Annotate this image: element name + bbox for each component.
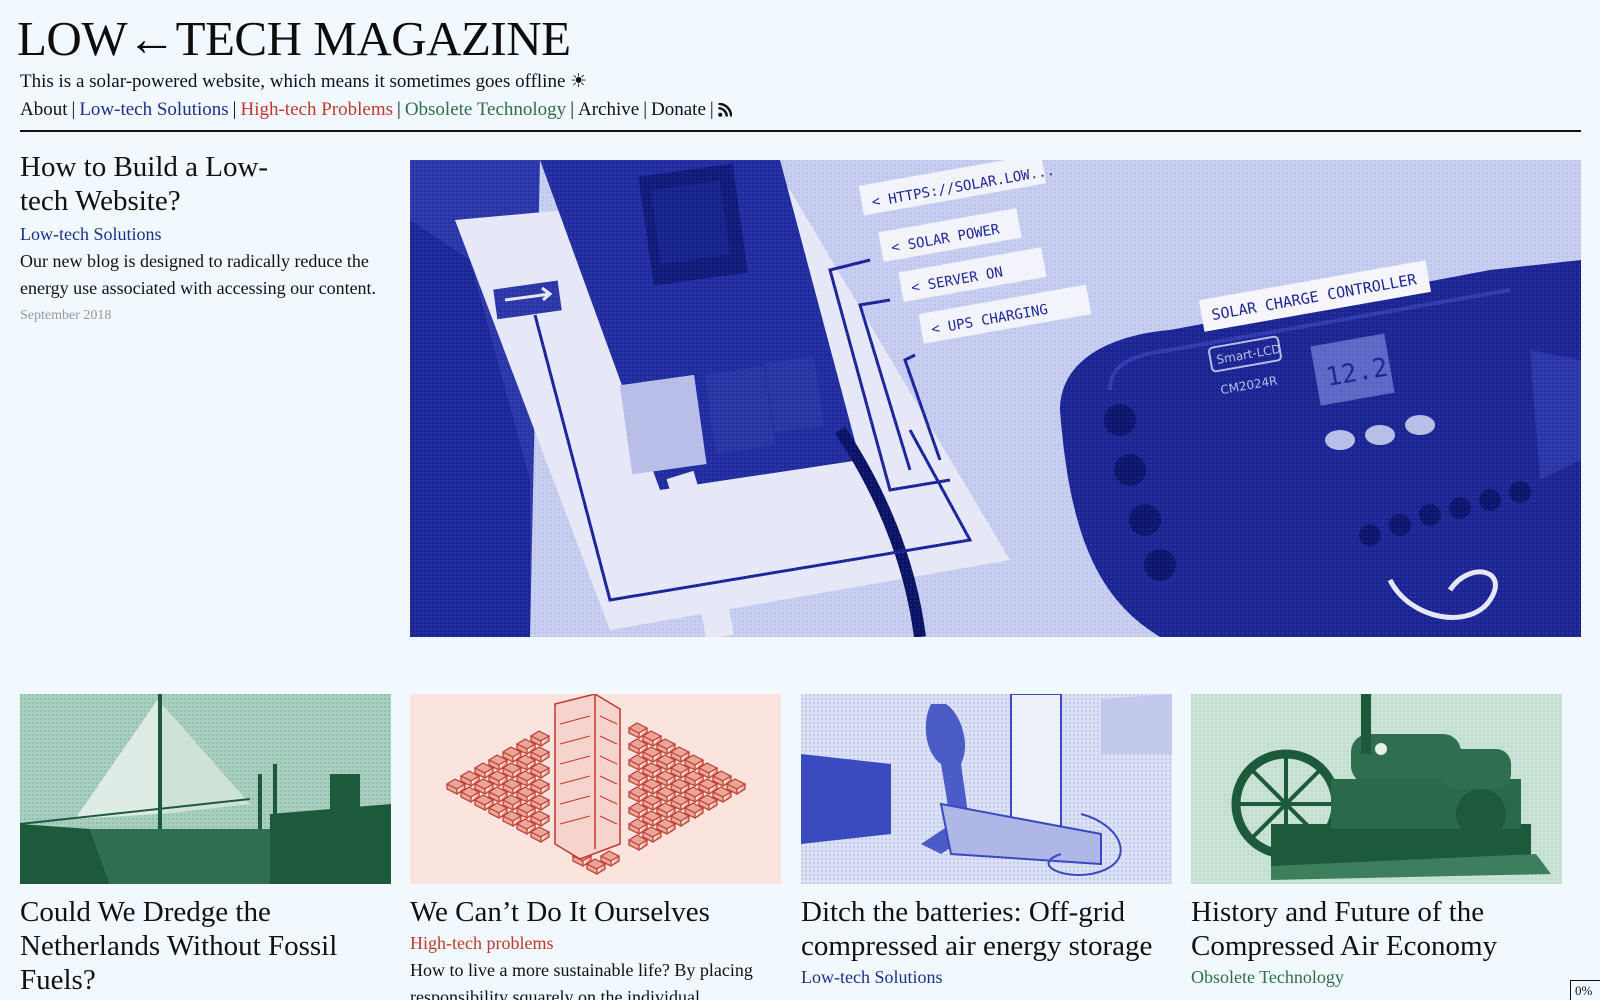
ship-illustration [20, 694, 391, 884]
header-divider [20, 130, 1581, 132]
nav-separator: | [570, 99, 574, 120]
article-card-image[interactable] [410, 694, 781, 884]
nav-separator: | [232, 99, 237, 120]
site-title[interactable]: LOW←TECH MAGAZINE [17, 14, 571, 63]
nav-separator: | [643, 99, 648, 120]
reading-progress: 0% [1570, 980, 1600, 1000]
featured-date: September 2018 [20, 308, 112, 323]
article-card: History and Future of the Compressed Air… [1191, 694, 1563, 989]
article-card-image[interactable] [801, 694, 1172, 884]
article-card-category[interactable]: Low-tech Solutions [801, 965, 1173, 989]
nav-archive[interactable]: Archive [578, 99, 639, 120]
featured-image-art: < HTTPS://SOLAR.LOW... < SOLAR POWER < S… [410, 160, 1581, 637]
compressed-air-photo [801, 694, 1172, 884]
article-card-title[interactable]: Ditch the batteries: Off-grid compressed… [801, 895, 1173, 963]
article-card-title[interactable]: History and Future of the Compressed Air… [1191, 895, 1563, 963]
featured-category[interactable]: Low-tech Solutions [20, 222, 395, 246]
featured-article: How to Build a Low-tech Website? Low-tec… [20, 150, 395, 324]
nav-high-tech-problems[interactable]: High-tech Problems [240, 99, 393, 120]
article-card-category[interactable]: High-tech problems [410, 931, 782, 955]
article-card-description: How to live a more sustainable life? By … [410, 960, 753, 1000]
featured-title[interactable]: How to Build a Low-tech Website? [20, 150, 280, 218]
engine-illustration [1191, 694, 1562, 884]
nav-obsolete-technology[interactable]: Obsolete Technology [405, 99, 566, 120]
nav-separator: | [709, 99, 714, 120]
cars-illustration [410, 694, 781, 884]
nav-low-tech-solutions[interactable]: Low-tech Solutions [79, 99, 228, 120]
article-card: We Can’t Do It Ourselves High-tech probl… [410, 694, 782, 1000]
nav-separator: | [397, 99, 401, 120]
article-card-title[interactable]: Could We Dredge the Netherlands Without … [20, 895, 392, 997]
main-nav: About | Low-tech Solutions | High-tech Probl… [20, 98, 732, 122]
nav-donate[interactable]: Donate [651, 99, 706, 120]
article-card: Could We Dredge the Netherlands Without … [20, 694, 392, 997]
site-tagline: This is a solar-powered website, which m… [20, 71, 588, 92]
article-card-category[interactable]: Obsolete Technology [1191, 965, 1563, 989]
featured-image[interactable]: < HTTPS://SOLAR.LOW... < SOLAR POWER < S… [410, 160, 1581, 637]
article-card: Ditch the batteries: Off-grid compressed… [801, 694, 1173, 989]
nav-about[interactable]: About [20, 99, 68, 120]
article-card-title[interactable]: We Can’t Do It Ourselves [410, 895, 782, 929]
article-card-image[interactable] [1191, 694, 1562, 884]
rss-icon[interactable] [717, 103, 732, 117]
nav-separator: | [71, 99, 76, 120]
featured-description: Our new blog is designed to radically re… [20, 251, 377, 298]
article-card-image[interactable] [20, 694, 391, 884]
